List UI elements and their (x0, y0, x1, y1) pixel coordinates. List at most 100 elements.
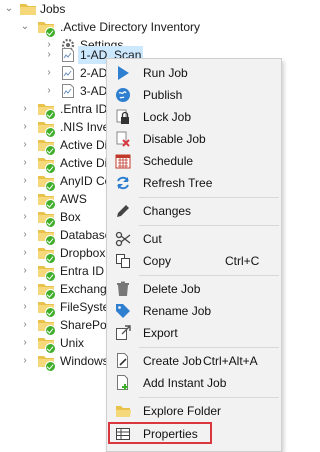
menu-item-rename-job[interactable]: Rename Job (107, 300, 281, 322)
folder-check-icon (38, 157, 56, 174)
chevron-right-icon[interactable]: › (20, 316, 30, 334)
chevron-right-icon[interactable]: › (20, 118, 30, 136)
menu-item-label: Changes (143, 204, 192, 218)
folder-check-icon (38, 121, 56, 138)
chevron-right-icon[interactable]: › (20, 172, 30, 190)
tree-node-folder[interactable]: › Exchange (0, 280, 113, 300)
menu-item-explore-folder[interactable]: Explore Folder (107, 400, 281, 422)
folder-check-icon (38, 211, 56, 228)
menu-item-label: Create Job (143, 354, 202, 368)
chevron-right-icon[interactable]: › (20, 226, 30, 244)
add-document-icon (115, 375, 131, 391)
chevron-right-icon[interactable]: › (44, 82, 54, 100)
job-document-icon (62, 66, 74, 80)
tree-node-folder[interactable]: › SharePoin (0, 316, 116, 336)
menu-item-label: Explore Folder (143, 404, 222, 418)
export-icon (115, 325, 131, 341)
chevron-right-icon[interactable]: › (20, 154, 30, 172)
tree-node-folder[interactable]: › Box (0, 208, 106, 228)
globe-icon (115, 87, 131, 103)
menu-item-shortcut: Ctrl+C (225, 254, 260, 268)
tree-node-folder[interactable]: › Unix (0, 334, 106, 354)
chevron-right-icon[interactable]: › (20, 244, 30, 262)
chevron-right-icon[interactable]: › (20, 334, 30, 352)
chevron-right-icon[interactable]: › (20, 280, 30, 298)
menu-item-export[interactable]: Export (107, 322, 281, 344)
tree-node-folder[interactable]: › Dropbox (0, 244, 106, 264)
tree-node-folder[interactable]: › .Entra ID (0, 100, 108, 120)
folder-check-icon (38, 355, 56, 372)
folder-check-icon (38, 193, 56, 210)
chevron-right-icon[interactable]: › (20, 100, 30, 118)
tree-node-jobs[interactable]: ⌄ Jobs (0, 0, 140, 18)
folder-check-icon (38, 301, 56, 318)
chevron-right-icon[interactable]: › (20, 136, 30, 154)
menu-item-label: Copy (143, 254, 172, 268)
menu-item-copy[interactable]: Copy Ctrl+C (107, 250, 281, 272)
menu-item-label: Run Job (143, 66, 188, 80)
tree-node-label: Jobs (40, 2, 66, 16)
chevron-right-icon[interactable]: › (20, 190, 30, 208)
menu-item-label: Schedule (143, 154, 194, 168)
menu-item-refresh-tree[interactable]: Refresh Tree (107, 172, 281, 194)
menu-item-delete-job[interactable]: Delete Job (107, 278, 281, 300)
chevron-right-icon[interactable]: › (20, 262, 30, 280)
menu-item-lock-job[interactable]: Lock Job (107, 106, 281, 128)
success-check-icon (45, 361, 56, 372)
context-menu: Run Job Publish Lock Job Disable Job Sch… (106, 58, 282, 452)
tree-node-label: Windows (60, 354, 109, 368)
folder-check-icon (38, 337, 56, 354)
menu-item-disable-job[interactable]: Disable Job (107, 128, 281, 150)
tree-node-folder[interactable]: › FileSystem (0, 298, 119, 318)
menu-item-label: Publish (143, 88, 183, 102)
chevron-right-icon[interactable]: › (20, 298, 30, 316)
menu-item-changes[interactable]: Changes (107, 200, 281, 222)
menu-item-create-job[interactable]: Create Job Ctrl+Alt+A (107, 350, 281, 372)
menu-item-label: Lock Job (143, 110, 192, 124)
tree-node-folder[interactable]: › Entra ID (0, 262, 106, 282)
tree-node-folder[interactable]: › Windows (0, 352, 109, 372)
disable-document-icon (115, 131, 131, 147)
menu-item-label: Disable Job (143, 132, 206, 146)
folder-open-icon (115, 403, 131, 419)
tree-node-folder[interactable]: › Active Dire (0, 154, 118, 174)
menu-separator (139, 275, 279, 276)
folder-check-icon (38, 229, 56, 246)
menu-item-add-instant-job[interactable]: Add Instant Job (107, 372, 281, 394)
menu-item-shortcut: Ctrl+Alt+A (203, 354, 258, 368)
tree-node-folder[interactable]: › AnyID Con (0, 172, 118, 192)
menu-separator (139, 197, 279, 198)
menu-item-run-job[interactable]: Run Job (107, 62, 281, 84)
folder-check-icon (38, 265, 56, 282)
tree-node-ad-inventory[interactable]: ⌄ .Active Directory Inventory (0, 18, 240, 38)
tree-node-folder[interactable]: › AWS (0, 190, 106, 210)
refresh-icon (115, 175, 131, 191)
menu-item-schedule[interactable]: Schedule (107, 150, 281, 172)
scissors-icon (115, 231, 131, 247)
copy-icon (115, 253, 131, 269)
menu-item-cut[interactable]: Cut (107, 228, 281, 250)
tree-node-folder[interactable]: › .NIS Inven (0, 118, 116, 138)
tree-node-folder[interactable]: › Active Dire (0, 136, 118, 156)
menu-item-label: Export (143, 326, 178, 340)
chevron-right-icon[interactable]: › (44, 64, 54, 82)
menu-item-label: Add Instant Job (143, 376, 227, 390)
folder-check-icon (38, 283, 56, 300)
chevron-down-icon[interactable]: ⌄ (4, 0, 14, 18)
job-document-icon (62, 48, 74, 62)
tree-node-label: .Entra ID (60, 102, 108, 116)
chevron-down-icon[interactable]: ⌄ (20, 18, 30, 36)
tag-icon (115, 303, 131, 319)
chevron-right-icon[interactable]: › (20, 208, 30, 226)
folder-check-icon (38, 319, 56, 336)
folder-check-icon (38, 175, 56, 192)
folder-check-icon (38, 21, 56, 38)
tree-node-folder[interactable]: › Databases (0, 226, 117, 246)
chevron-right-icon[interactable]: › (20, 352, 30, 370)
pencil-icon (115, 203, 131, 219)
menu-item-publish[interactable]: Publish (107, 84, 281, 106)
tree-node-label: .Active Directory Inventory (60, 20, 201, 34)
tree-node-label: AWS (60, 192, 87, 206)
chevron-right-icon[interactable]: › (44, 46, 54, 64)
trash-icon (115, 281, 131, 297)
